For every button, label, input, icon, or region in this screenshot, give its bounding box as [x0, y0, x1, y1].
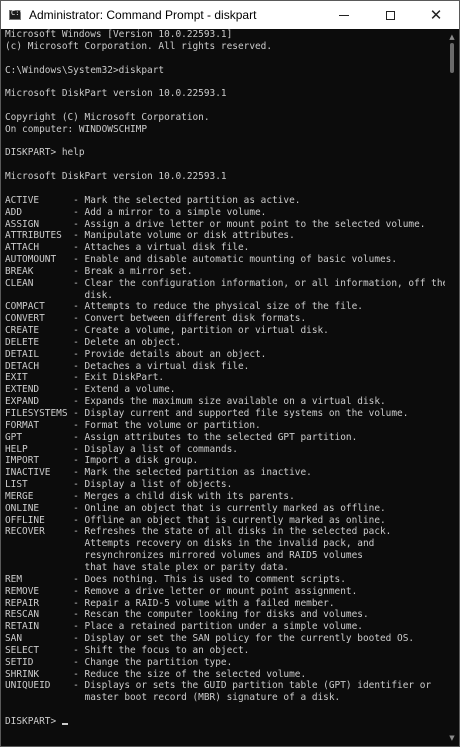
window-controls: ✕: [321, 1, 459, 29]
app-icon-label: C:\: [11, 9, 24, 17]
console-line: DISKPART> help: [5, 147, 85, 159]
console-line: EXIT - Exit DiskPart.: [5, 372, 165, 384]
console-line: FORMAT - Format the volume or partition.: [5, 419, 261, 431]
console-line: BREAK - Break a mirror set.: [5, 265, 193, 277]
console-line: Attempts recovery on disks in the invali…: [5, 538, 375, 550]
maximize-icon: [385, 10, 395, 20]
console-line: DETAIL - Provide details about an object…: [5, 348, 267, 360]
console-line: that have stale plex or parity data.: [5, 561, 290, 573]
console-line: Copyright (C) Microsoft Corporation.: [5, 111, 210, 123]
text-cursor: [61, 722, 68, 725]
console-line: DELETE - Delete an object.: [5, 336, 182, 348]
scrollbar-thumb[interactable]: [450, 43, 454, 73]
console-line: resynchronizes mirrored volumes and RAID…: [5, 550, 363, 562]
console-line: ONLINE - Online an object that is curren…: [5, 502, 386, 514]
console-line: INACTIVE - Mark the selected partition a…: [5, 467, 312, 479]
command-prompt-icon[interactable]: C:\: [9, 9, 24, 20]
console-line: GPT - Assign attributes to the selected …: [5, 431, 358, 443]
console-line: OFFLINE - Offline an object that is curr…: [5, 514, 386, 526]
console-line: EXTEND - Extend a volume.: [5, 384, 176, 396]
close-icon: ✕: [429, 5, 443, 24]
command-prompt-window: C:\ Administrator: Command Prompt - disk…: [0, 0, 460, 747]
console-line: (c) Microsoft Corporation. All rights re…: [5, 40, 273, 52]
close-button[interactable]: ✕: [413, 1, 459, 29]
console-line: SHRINK - Reduce the size of the selected…: [5, 668, 307, 680]
console-line: AUTOMOUNT - Enable and disable automatic…: [5, 254, 398, 266]
console-line: ADD - Add a mirror to a simple volume.: [5, 206, 267, 218]
console-line: CLEAN - Clear the configuration informat…: [5, 277, 445, 289]
window-title: Administrator: Command Prompt - diskpart: [29, 8, 257, 22]
console-line: REMOVE - Remove a drive letter or mount …: [5, 585, 358, 597]
console-line: disk.: [5, 289, 113, 301]
console-line: On computer: WINDOWSCHIMP: [5, 123, 148, 135]
console-output[interactable]: Microsoft Windows [Version 10.0.22593.1]…: [5, 29, 445, 746]
prompt-text: DISKPART>: [5, 715, 57, 727]
console-line: RECOVER - Refreshes the state of all dis…: [5, 526, 392, 538]
console-line: Microsoft DiskPart version 10.0.22593.1: [5, 88, 227, 100]
minimize-icon: [339, 14, 349, 16]
console-line: HELP - Display a list of commands.: [5, 443, 238, 455]
console-line: SETID - Change the partition type.: [5, 656, 233, 668]
console-line: REPAIR - Repair a RAID-5 volume with a f…: [5, 597, 335, 609]
console-line: ATTACH - Attaches a virtual disk file.: [5, 242, 250, 254]
console-line: RESCAN - Rescan the computer looking for…: [5, 609, 369, 621]
console-line: UNIQUEID - Displays or sets the GUID par…: [5, 680, 432, 692]
command-prompt-line[interactable]: DISKPART>: [5, 716, 445, 728]
console-line: Microsoft DiskPart version 10.0.22593.1: [5, 171, 227, 183]
scroll-up-arrow-icon[interactable]: ▲: [445, 31, 459, 43]
console-line: COMPACT - Attempts to reduce the physica…: [5, 301, 363, 313]
console-line: LIST - Display a list of objects.: [5, 479, 233, 491]
console-line: RETAIN - Place a retained partition unde…: [5, 621, 363, 633]
console-line: FILESYSTEMS - Display current and suppor…: [5, 408, 409, 419]
console-line: ATTRIBUTES - Manipulate volume or disk a…: [5, 230, 295, 242]
console-line: MERGE - Merges a child disk with its par…: [5, 490, 295, 502]
console-line: CREATE - Create a volume, partition or v…: [5, 325, 329, 337]
console-line: C:\Windows\System32>diskpart: [5, 64, 165, 76]
console-line: EXPAND - Expands the maximum size availa…: [5, 396, 386, 408]
console-line: ASSIGN - Assign a drive letter or mount …: [5, 218, 426, 230]
vertical-scrollbar[interactable]: ▲ ▼: [445, 29, 459, 746]
maximize-button[interactable]: [367, 1, 413, 29]
console-line: master boot record (MBR) signature of a …: [5, 692, 341, 704]
console-line: DETACH - Detaches a virtual disk file.: [5, 360, 250, 372]
title-bar[interactable]: C:\ Administrator: Command Prompt - disk…: [1, 1, 459, 29]
console-line: ACTIVE - Mark the selected partition as …: [5, 194, 301, 206]
console-line: REM - Does nothing. This is used to comm…: [5, 573, 346, 585]
minimize-button[interactable]: [321, 1, 367, 29]
scroll-down-arrow-icon[interactable]: ▼: [445, 732, 459, 744]
console-line: SAN - Display or set the SAN policy for …: [5, 633, 415, 645]
console-line: IMPORT - Import a disk group.: [5, 455, 199, 467]
console-line: Microsoft Windows [Version 10.0.22593.1]: [5, 29, 233, 40]
console-line: SELECT - Shift the focus to an object.: [5, 644, 250, 656]
console-line: CONVERT - Convert between different disk…: [5, 313, 307, 325]
